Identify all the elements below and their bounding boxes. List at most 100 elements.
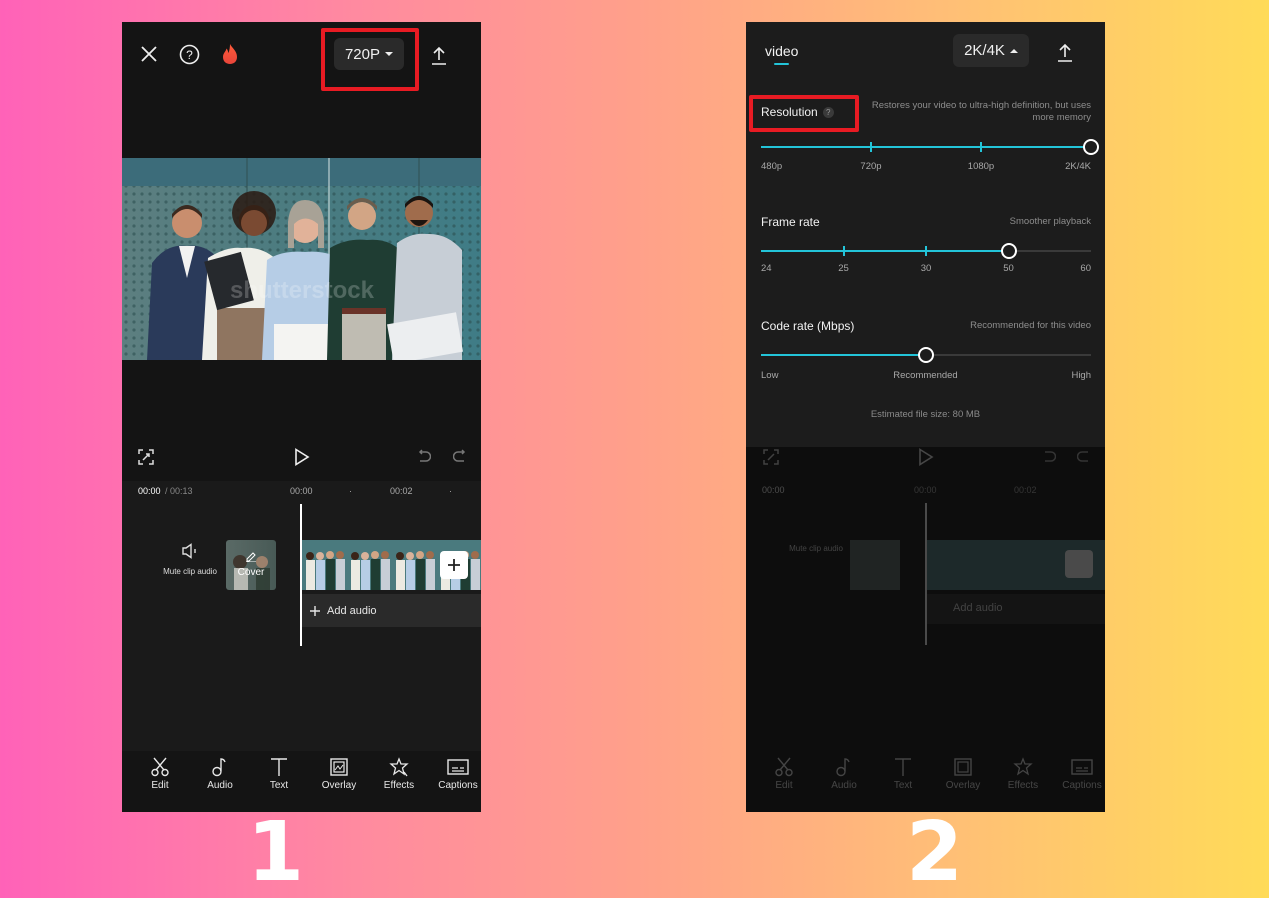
ruler-mark: 00:02 xyxy=(1014,485,1037,495)
resolution-option-label[interactable]: 480p xyxy=(761,161,782,172)
code-rate-slider-thumb[interactable] xyxy=(918,347,934,363)
export-icon[interactable] xyxy=(430,44,448,66)
resolution-value: 2K/4K xyxy=(964,42,1005,59)
music-note-icon xyxy=(212,758,226,777)
tool-effects[interactable]: Effects xyxy=(369,757,429,791)
cover-label: Cover xyxy=(237,567,265,578)
resolution-hint: Restores your video to ultra-high defini… xyxy=(871,100,1091,123)
add-clip-button[interactable] xyxy=(440,551,468,579)
mute-clip-audio-label: Mute clip audio xyxy=(789,544,843,553)
add-audio-label: Add audio xyxy=(327,604,377,617)
estimated-file-size: Estimated file size: 80 MB xyxy=(870,409,981,420)
resolution-option-label[interactable]: 2K/4K xyxy=(1065,161,1091,172)
close-icon[interactable] xyxy=(139,44,159,64)
resolution-slider-thumb[interactable] xyxy=(1083,139,1099,155)
scissors-icon xyxy=(151,757,169,777)
resolution-option-label[interactable]: 1080p xyxy=(968,161,994,172)
pencil-icon xyxy=(246,552,256,562)
flame-icon[interactable] xyxy=(220,42,240,66)
tool-label: Effects xyxy=(1007,780,1039,791)
current-time: 00:00 xyxy=(138,486,161,496)
frame-rate-option-label[interactable]: 25 xyxy=(838,263,849,274)
resolution-slider-tick xyxy=(980,142,982,152)
undo-icon[interactable] xyxy=(416,448,432,466)
code-rate-recommended: Recommended xyxy=(893,370,958,381)
redo-icon[interactable] xyxy=(452,448,468,466)
tab-video[interactable]: video xyxy=(765,43,798,59)
redo-icon xyxy=(1076,449,1091,470)
cover-thumbnail xyxy=(850,540,900,590)
tool-label: Edit xyxy=(151,780,169,791)
add-audio-button[interactable]: Add audio xyxy=(302,594,481,627)
overlay-icon xyxy=(330,758,348,776)
current-time: 00:00 xyxy=(762,485,785,495)
step-number-2: 2 xyxy=(906,805,964,898)
frame-rate-title: Frame rate xyxy=(761,215,820,229)
effects-star-icon xyxy=(389,757,409,777)
fullscreen-icon[interactable] xyxy=(137,448,155,466)
resolution-dropdown[interactable]: 2K/4K xyxy=(953,34,1029,67)
watermark: shutterstock xyxy=(230,277,375,304)
highlight-box xyxy=(321,28,419,91)
timeline-ruler: 00:00 / 00:13 00:00 · 00:02 · xyxy=(122,481,481,501)
cover-button[interactable]: Cover xyxy=(226,540,276,590)
tool-effects: Effects xyxy=(993,757,1053,791)
resolution-option-label[interactable]: 720p xyxy=(860,161,881,172)
video-preview[interactable]: shutterstock xyxy=(122,158,481,360)
tool-edit: Edit xyxy=(754,757,814,791)
tool-edit[interactable]: Edit xyxy=(130,757,190,791)
bottom-toolbar: Edit Audio Text Overlay Effects Captions xyxy=(746,751,1105,812)
mute-clip-audio-button[interactable]: Mute clip audio xyxy=(160,543,220,576)
frame-rate-option-label[interactable]: 24 xyxy=(761,263,772,274)
resolution-slider-tick xyxy=(870,142,872,152)
dimmed-editor: 00:00 00:00 00:02 Mute clip audio Add au… xyxy=(746,447,1105,812)
tool-label: Text xyxy=(269,780,289,791)
code-rate-slider[interactable] xyxy=(761,347,1091,363)
resolution-slider-fill xyxy=(761,146,1091,148)
add-audio-label: Add audio xyxy=(927,594,1105,624)
captions-icon xyxy=(447,759,469,775)
tool-captions[interactable]: Captions xyxy=(428,757,481,791)
step-number-1: 1 xyxy=(247,805,305,898)
highlight-box xyxy=(749,95,859,132)
text-icon xyxy=(271,758,287,776)
help-icon[interactable]: ? xyxy=(178,43,200,65)
speaker-icon xyxy=(182,543,196,559)
tool-text[interactable]: Text xyxy=(249,757,309,791)
ruler-dot: · xyxy=(449,486,452,496)
frame-rate-slider[interactable] xyxy=(761,243,1091,259)
code-rate-slider-fill xyxy=(761,354,926,356)
tool-label: Captions xyxy=(438,780,478,791)
ruler-dot: · xyxy=(349,486,352,496)
tab-indicator xyxy=(774,63,789,65)
plus-icon xyxy=(448,559,460,571)
mute-clip-audio-label: Mute clip audio xyxy=(163,567,217,576)
tool-label: Audio xyxy=(207,780,233,791)
ruler-mark: 00:00 xyxy=(914,485,937,495)
tool-label: Captions xyxy=(1062,780,1102,791)
tool-label: Overlay xyxy=(321,780,357,791)
tool-overlay[interactable]: Overlay xyxy=(309,757,369,791)
undo-icon xyxy=(1042,449,1057,470)
tool-label: Effects xyxy=(383,780,415,791)
frame-rate-slider-thumb[interactable] xyxy=(1000,243,1017,259)
svg-text:?: ? xyxy=(186,48,193,62)
frame-rate-option-label[interactable]: 30 xyxy=(921,263,932,274)
frame-rate-slider-tick xyxy=(925,246,927,256)
code-rate-hint: Recommended for this video xyxy=(970,320,1091,331)
ruler-mark: 00:02 xyxy=(390,486,413,496)
export-icon[interactable] xyxy=(1056,41,1074,63)
caret-up-icon xyxy=(1009,48,1018,53)
ruler-mark: 00:00 xyxy=(290,486,313,496)
playback-controls xyxy=(122,440,481,480)
resolution-slider[interactable] xyxy=(761,139,1099,155)
code-rate-title: Code rate (Mbps) xyxy=(761,319,855,333)
frame-rate-option-label[interactable]: 50 xyxy=(1003,263,1014,274)
play-icon[interactable] xyxy=(293,447,311,467)
tool-label: Overlay xyxy=(945,780,981,791)
phone-screen-1: ? 720P shutterstock 00:00 / 00:13 00:00 … xyxy=(122,22,481,812)
frame-rate-slider-fill xyxy=(761,250,1009,252)
frame-rate-option-label[interactable]: 60 xyxy=(1080,263,1091,274)
tool-audio[interactable]: Audio xyxy=(190,757,250,791)
plus-icon xyxy=(310,605,320,616)
